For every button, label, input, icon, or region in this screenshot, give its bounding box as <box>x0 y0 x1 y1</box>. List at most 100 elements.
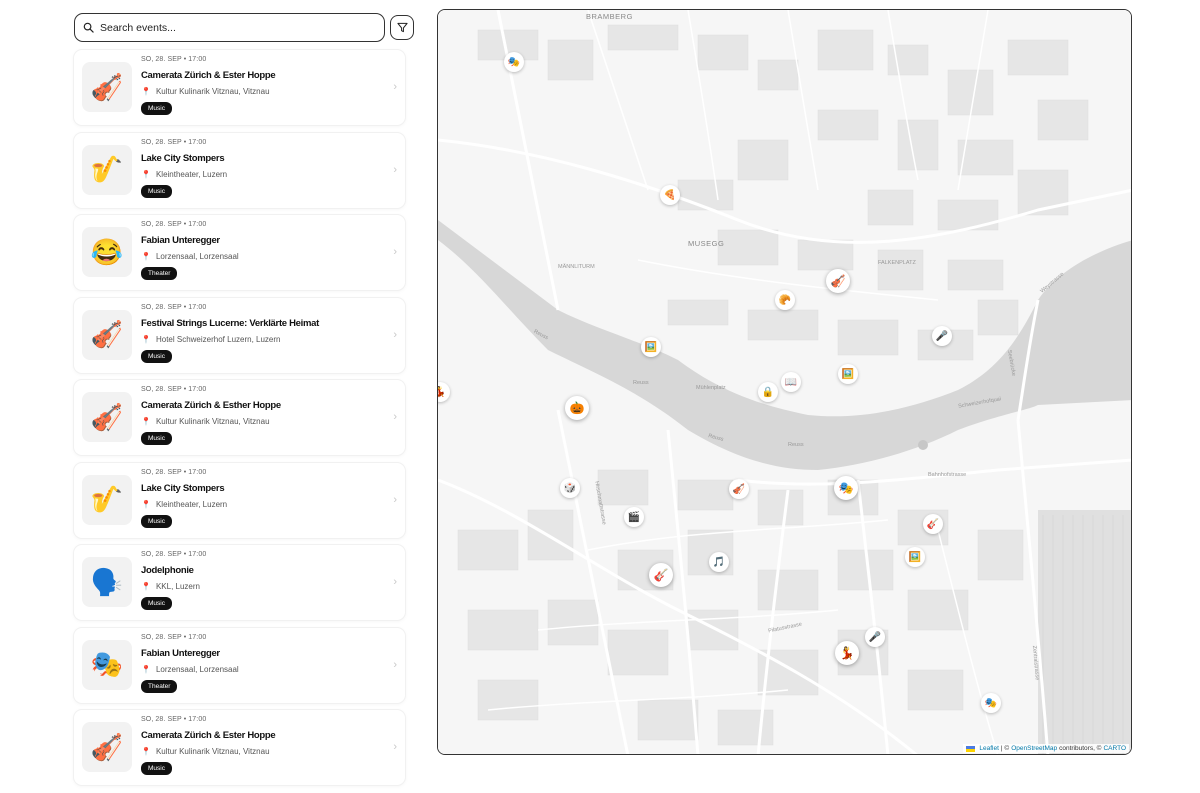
event-title: Lake City Stompers <box>141 482 225 494</box>
microphone-marker[interactable]: 🎤 <box>932 326 952 346</box>
violin-icon: 🎻 <box>90 71 124 102</box>
event-category-tag[interactable]: Music <box>141 102 172 115</box>
chevron-right-icon: › <box>393 493 397 506</box>
guitar-marker[interactable]: 🎸 <box>649 563 673 587</box>
violin-icon: 🎻 <box>90 401 124 432</box>
event-date: SO, 28. SEP • 17:00 <box>141 468 207 476</box>
event-venue: 📍 Kultur Kulinarik Vitznau, Vitznau <box>141 86 385 97</box>
event-thumbnail: 🎻 <box>82 722 132 772</box>
event-card[interactable]: 🎻 SO, 28. SEP • 17:00 Camerata Zürich & … <box>74 50 405 125</box>
chevron-right-icon: › <box>393 576 397 588</box>
event-category-tag[interactable]: Theater <box>141 679 178 693</box>
street-label: Reuss <box>633 380 649 386</box>
dancer-marker[interactable]: 💃 <box>835 641 859 665</box>
osm-link[interactable]: OpenStreetMap <box>1011 745 1057 752</box>
event-thumbnail: 🎻 <box>82 62 132 112</box>
location-pin-icon: 📍 <box>141 499 151 509</box>
pizza-marker[interactable]: 🍕 <box>660 185 680 205</box>
event-venue: 📍 Kleintheater, Luzern <box>141 499 385 510</box>
microphone-marker[interactable]: 🎤 <box>865 627 885 647</box>
event-card[interactable]: 🎷 SO, 28. SEP • 17:00 Lake City Stompers… <box>74 462 405 538</box>
event-card[interactable]: 😂 SO, 28. SEP • 17:00 Fabian Unteregger … <box>74 215 405 290</box>
theater-masks-marker[interactable]: 🎭 <box>504 52 524 72</box>
violin-icon: 🎻 <box>90 319 124 349</box>
event-date: SO, 28. SEP • 17:00 <box>141 56 207 63</box>
search-input[interactable] <box>100 21 370 34</box>
event-venue-text: Kultur Kulinarik Vitznau, Vitznau <box>155 87 270 96</box>
event-thumbnail: 🎷 <box>82 474 132 525</box>
location-pin-icon: 📍 <box>141 417 151 426</box>
event-venue: 📍 Lorzensaal, Lorzensaal <box>141 664 385 675</box>
location-pin-icon: 📍 <box>141 582 151 591</box>
violin-marker[interactable]: 🎻 <box>729 479 749 499</box>
event-card[interactable]: 🎻 SO, 28. SEP • 17:00 Camerata Zürich & … <box>74 710 405 785</box>
event-card[interactable]: 🎷 SO, 28. SEP • 17:00 Lake City Stompers… <box>74 132 405 208</box>
event-venue-text: Hotel Schweizerhof Luzern, Luzern <box>155 334 281 344</box>
event-card[interactable]: 🎭 SO, 28. SEP • 17:00 Fabian Unteregger … <box>74 627 405 703</box>
dice-marker[interactable]: 🎲 <box>560 478 580 498</box>
filter-button[interactable] <box>390 15 414 40</box>
picture-marker[interactable]: 🖼️ <box>641 337 661 357</box>
filter-icon <box>396 22 408 33</box>
carto-link[interactable]: CARTO <box>1103 745 1126 752</box>
event-card[interactable]: 🎻 SO, 28. SEP • 17:00 Festival Strings L… <box>74 297 405 373</box>
picture-marker[interactable]: 🖼️ <box>905 547 925 567</box>
event-category-tag[interactable]: Theater <box>141 267 178 280</box>
event-category-tag[interactable]: Music <box>141 349 172 363</box>
event-date: SO, 28. SEP • 17:00 <box>141 221 207 228</box>
attribution-text: contributors, © <box>1059 745 1102 752</box>
film-marker[interactable]: 🎬 <box>624 507 644 527</box>
map-label-bramberg: BRAMBERG <box>586 12 633 21</box>
theater-masks-marker[interactable]: 🎭 <box>834 476 858 500</box>
street-label: Reuss <box>788 442 804 448</box>
event-list: 🎻 SO, 28. SEP • 17:00 Camerata Zürich & … <box>74 50 405 793</box>
violin-icon: 🎻 <box>90 731 124 762</box>
event-venue: 📍 Kultur Kulinarik Vitznau, Vitznau <box>141 416 385 427</box>
event-category-tag[interactable]: Music <box>141 514 172 528</box>
event-date: SO, 28. SEP • 17:00 <box>141 138 207 146</box>
event-date: SO, 28. SEP • 17:00 <box>141 551 207 558</box>
music-note-marker[interactable]: 🎵 <box>709 552 729 572</box>
event-title: Lake City Stompers <box>141 152 225 164</box>
chevron-right-icon: › <box>393 741 397 753</box>
event-category-tag[interactable]: Music <box>141 597 172 610</box>
event-card[interactable]: 🎻 SO, 28. SEP • 17:00 Camerata Zürich & … <box>74 380 405 455</box>
event-date: SO, 28. SEP • 17:00 <box>141 386 207 393</box>
guitar-marker[interactable]: 🎸 <box>923 514 943 534</box>
location-pin-icon: 📍 <box>141 334 151 344</box>
event-venue: 📍 Hotel Schweizerhof Luzern, Luzern <box>141 334 385 345</box>
location-pin-icon: 📍 <box>141 169 151 179</box>
saxophone-icon: 🎷 <box>90 154 124 184</box>
location-pin-icon: 📍 <box>141 87 151 96</box>
pumpkin-marker[interactable]: 🎃 <box>565 396 589 420</box>
event-category-tag[interactable]: Music <box>141 184 172 198</box>
event-date: SO, 28. SEP • 17:00 <box>141 716 207 723</box>
event-date: SO, 28. SEP • 17:00 <box>141 303 207 311</box>
event-list-panel: 🎻 SO, 28. SEP • 17:00 Camerata Zürich & … <box>74 13 414 785</box>
search-bar[interactable] <box>74 13 385 42</box>
laughing-face-icon: 😂 <box>90 236 124 267</box>
croissant-marker[interactable]: 🥐 <box>775 290 795 310</box>
street-label: Mühlenplatz <box>696 385 726 391</box>
search-icon <box>83 22 94 33</box>
map[interactable]: BRAMBERG MUSEGG Reuss Reuss Reuss Reuss … <box>437 9 1132 755</box>
attribution-text: | © <box>1000 745 1010 752</box>
street-label: MÄNNLITURM <box>558 264 595 270</box>
event-venue-text: Kleintheater, Luzern <box>155 169 228 179</box>
event-card[interactable]: 🗣️ SO, 28. SEP • 17:00 Jodelphonie 📍 KKL… <box>74 545 405 620</box>
location-pin-icon: 📍 <box>141 252 151 261</box>
event-category-tag[interactable]: Music <box>141 762 172 775</box>
event-thumbnail: 😂 <box>82 227 132 277</box>
event-category-tag[interactable]: Music <box>141 432 172 445</box>
event-title: Fabian Unteregger <box>141 235 220 246</box>
violin-marker[interactable]: 🎻 <box>826 269 850 293</box>
event-title: Jodelphonie <box>141 565 194 576</box>
picture-marker[interactable]: 🖼️ <box>838 364 858 384</box>
book-marker[interactable]: 📖 <box>781 372 801 392</box>
theater-masks-marker[interactable]: 🎭 <box>981 693 1001 713</box>
event-venue-text: Lorzensaal, Lorzensaal <box>155 252 239 261</box>
leaflet-link[interactable]: Leaflet <box>979 745 999 752</box>
event-thumbnail: 🗣️ <box>82 557 132 607</box>
map-label-musegg: MUSEGG <box>688 239 725 248</box>
lock-marker[interactable]: 🔒 <box>758 382 778 402</box>
